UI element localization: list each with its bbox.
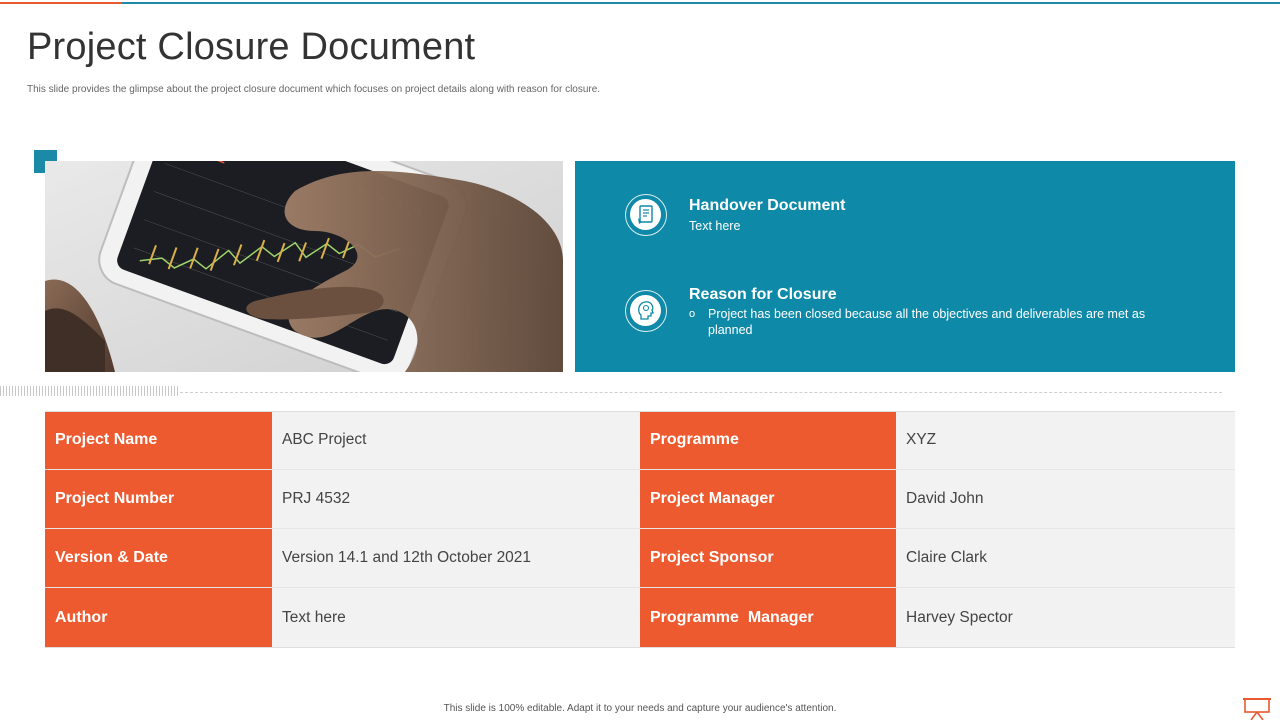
- project-details-table: Project Name ABC Project Programme XYZ P…: [45, 411, 1235, 648]
- value-author: Text here: [272, 588, 640, 648]
- head-idea-icon: [625, 290, 667, 332]
- page-subtitle: This slide provides the glimpse about th…: [27, 84, 601, 95]
- row-separator: [45, 587, 1235, 588]
- smartphone-photo: BTC / USDT 37 298.1 1m5m1h1D: [45, 161, 563, 372]
- footer-note: This slide is 100% editable. Adapt it to…: [443, 703, 837, 714]
- presentation-easel-icon: [1243, 697, 1273, 725]
- value-programme: XYZ: [896, 411, 1235, 469]
- reason-text: Project has been closed because all the …: [708, 307, 1146, 337]
- row-separator: [45, 411, 1235, 412]
- divider-dashed-line: [180, 392, 1222, 393]
- row-separator: [45, 528, 1235, 529]
- handover-heading: Handover Document: [689, 197, 846, 214]
- row-separator: [45, 469, 1235, 470]
- top-rule: [0, 2, 1280, 4]
- handover-text: Text here: [689, 219, 741, 233]
- document-icon: [625, 194, 667, 236]
- page-title: Project Closure Document: [27, 26, 476, 68]
- label-project-name: Project Name: [45, 411, 272, 469]
- reason-heading: Reason for Closure: [689, 286, 837, 303]
- divider-ticks: [0, 386, 178, 396]
- top-rule-accent: [0, 2, 122, 4]
- bullet-marker: o: [689, 308, 696, 320]
- label-version-date: Version & Date: [45, 529, 272, 587]
- label-project-manager: Project Manager: [640, 470, 896, 528]
- label-project-number: Project Number: [45, 470, 272, 528]
- row-separator: [45, 647, 1235, 648]
- reason-bullet: o Project has been closed because all th…: [689, 306, 1169, 338]
- label-author: Author: [45, 588, 272, 648]
- value-version-date: Version 14.1 and 12th October 2021: [272, 529, 640, 587]
- label-programme: Programme: [640, 411, 896, 469]
- value-project-manager: David John: [896, 470, 1235, 528]
- value-project-name: ABC Project: [272, 411, 640, 469]
- info-panel: [575, 161, 1235, 372]
- label-programme-manager: Programme Manager: [640, 588, 896, 648]
- value-project-sponsor: Claire Clark: [896, 529, 1235, 587]
- label-project-sponsor: Project Sponsor: [640, 529, 896, 587]
- value-programme-manager: Harvey Spector: [896, 588, 1235, 648]
- value-project-number: PRJ 4532: [272, 470, 640, 528]
